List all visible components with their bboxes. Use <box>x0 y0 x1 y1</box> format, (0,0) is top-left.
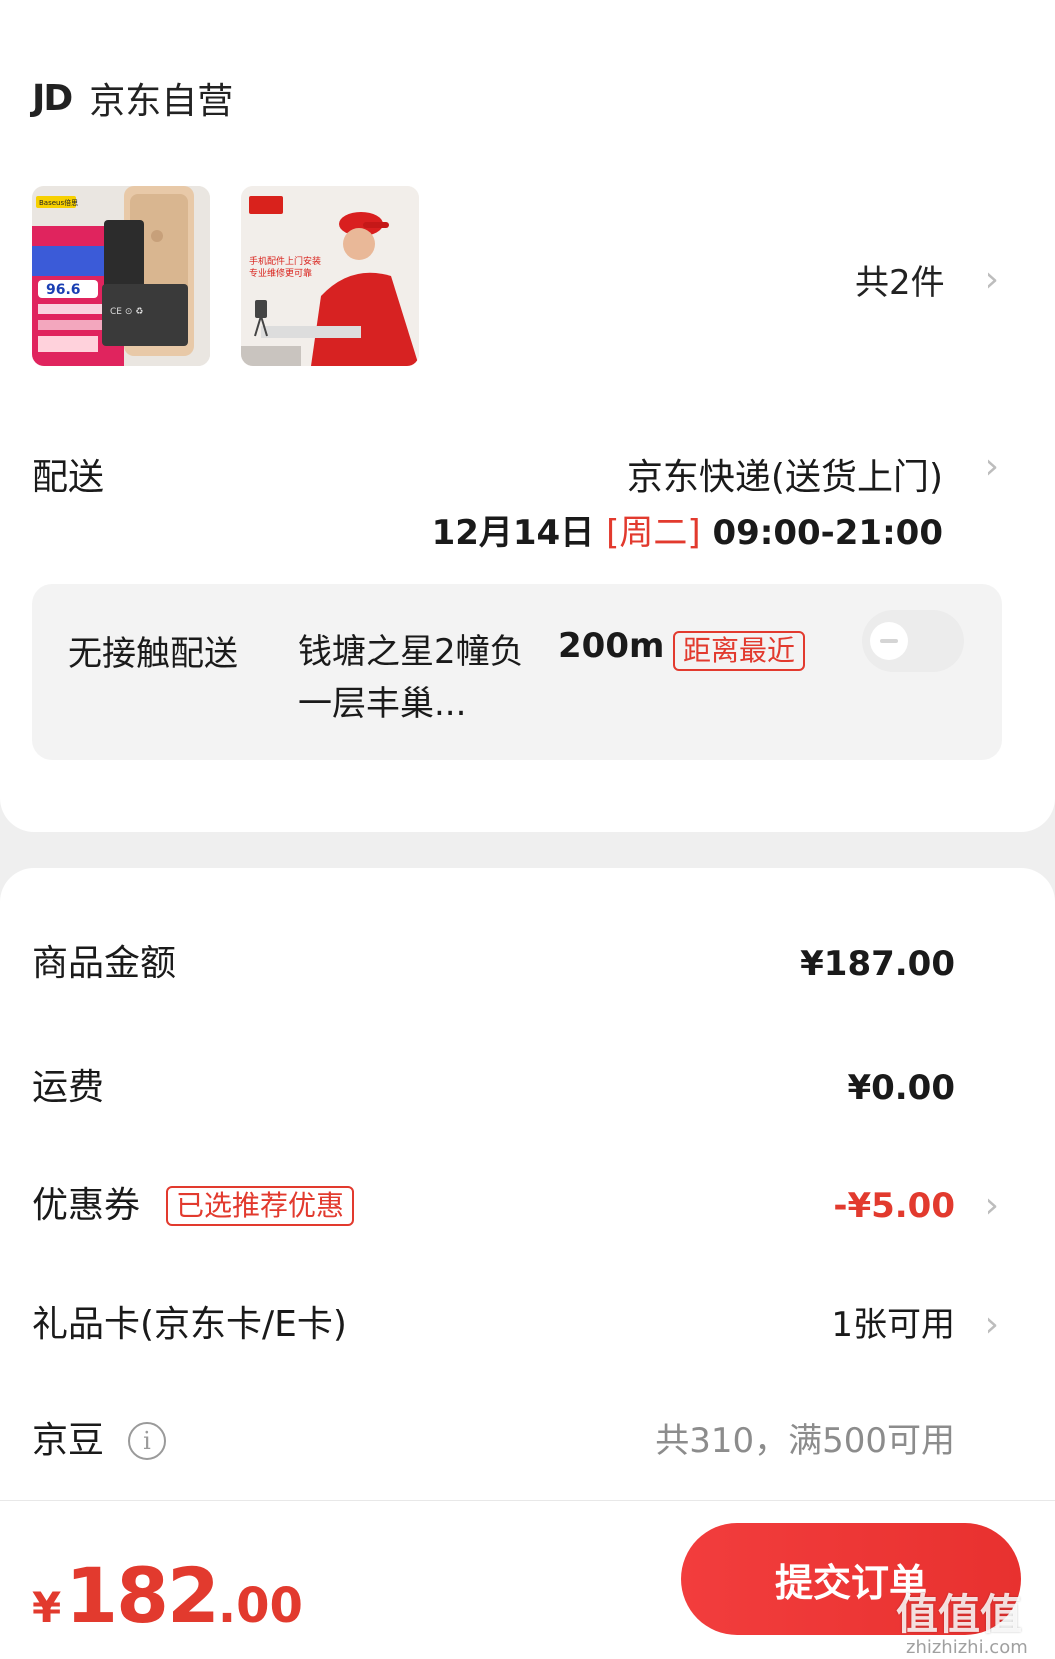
coupon-selected-badge: 已选推荐优惠 <box>166 1186 355 1226</box>
shop-header: JD 京东自营 <box>32 72 233 124</box>
delivery-time[interactable]: 12月14日 [周二] 09:00-21:00 <box>432 505 943 554</box>
goods-amount-row: 商品金额 ¥187.00 <box>32 934 1055 994</box>
gift-card-row[interactable]: 礼品卡(京东卡/E卡) 1张可用 › <box>32 1295 1055 1355</box>
watermark-logo: 值值值 <box>896 1590 1023 1639</box>
jd-logo: JD <box>32 77 73 119</box>
gift-card-value: 1张可用 <box>831 1305 955 1345</box>
order-total: ¥ 182 .00 <box>32 1551 303 1640</box>
item-count: 共2件 <box>854 263 945 303</box>
freight-value: ¥0.00 <box>847 1068 955 1108</box>
total-decimal: .00 <box>217 1578 303 1634</box>
info-icon[interactable]: i <box>128 1422 166 1460</box>
watermark-url: zhizhizhi.com <box>906 1637 1028 1658</box>
goods-amount-value: ¥187.00 <box>800 944 955 984</box>
shipping-method[interactable]: 京东快递(送货上门) <box>627 448 943 500</box>
contactless-delivery-box: 无接触配送 钱塘之星2幢负一层丰巢... 200m 距离最近 <box>32 584 1002 760</box>
brand-text: Baseus倍思 <box>39 198 78 207</box>
toggle-knob <box>870 622 908 660</box>
service-text-1: 手机配件上门安装 <box>249 255 321 267</box>
repair-service-image: 手机配件上门安装 专业维修更可靠 <box>241 186 419 366</box>
pickup-distance: 200m <box>558 626 665 666</box>
product-thumbnail-battery[interactable]: Baseus倍思 96.6 CE ⊙ ♻ <box>32 186 210 366</box>
price-text: 96.6 <box>46 282 81 298</box>
shop-name: 京东自营 <box>89 81 234 122</box>
contactless-label: 无接触配送 <box>68 634 238 674</box>
svg-text:CE ⊙ ♻: CE ⊙ ♻ <box>110 307 143 317</box>
shipping-label: 配送 <box>32 457 105 498</box>
coupon-row[interactable]: 优惠券 已选推荐优惠 -¥5.00 › <box>32 1176 1055 1236</box>
delivery-date: 12月14日 <box>431 513 595 553</box>
service-text-2: 专业维修更可靠 <box>249 267 312 279</box>
item-count-row[interactable]: 共2件 › <box>855 255 999 304</box>
pickup-address: 钱塘之星2幢负一层丰巢... <box>298 632 524 724</box>
coupon-label: 优惠券 <box>32 1185 141 1226</box>
currency-symbol: ¥ <box>32 1583 62 1632</box>
gift-card-label: 礼品卡(京东卡/E卡) <box>32 1304 347 1345</box>
jd-beans-row: 京豆 i 共310，满500可用 <box>32 1411 1055 1471</box>
chevron-right-icon: › <box>984 1185 999 1226</box>
nearest-badge: 距离最近 <box>673 631 806 671</box>
jd-beans-value: 共310，满500可用 <box>655 1421 955 1461</box>
freight-row: 运费 ¥0.00 <box>32 1058 1055 1118</box>
jd-beans-label: 京豆 <box>32 1420 105 1461</box>
delivery-window: 09:00-21:00 <box>712 513 943 553</box>
checkout-bar: ¥ 182 .00 提交订单 值值值 zhizhizhi.com <box>0 1500 1055 1659</box>
contactless-toggle[interactable] <box>862 610 964 672</box>
chevron-right-icon[interactable]: › <box>985 446 999 487</box>
chevron-right-icon: › <box>984 259 999 300</box>
delivery-weekday: [周二] <box>606 513 701 553</box>
freight-label: 运费 <box>32 1067 105 1108</box>
battery-product-image: Baseus倍思 96.6 CE ⊙ ♻ <box>32 186 210 366</box>
chevron-right-icon: › <box>984 1304 999 1345</box>
coupon-value: -¥5.00 <box>833 1186 955 1226</box>
goods-amount-label: 商品金额 <box>32 943 177 984</box>
product-thumbnail-repair-service[interactable]: 手机配件上门安装 专业维修更可靠 <box>241 186 419 366</box>
total-integer: 182 <box>65 1551 220 1640</box>
